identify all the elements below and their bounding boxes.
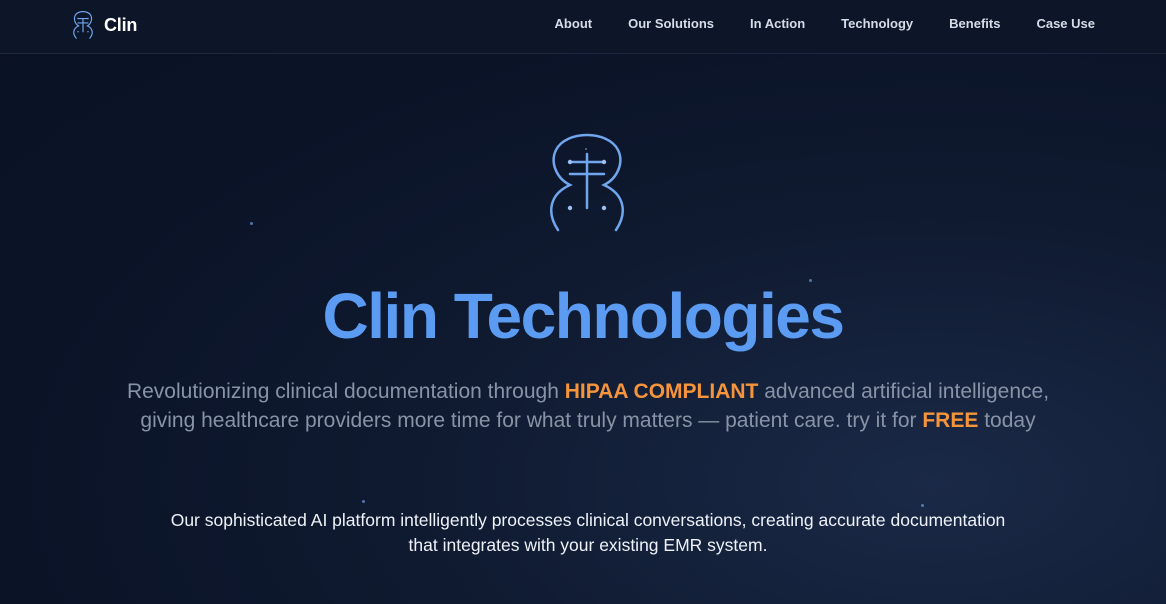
free-highlight: FREE (922, 408, 979, 432)
brand-link[interactable]: Clin (70, 9, 137, 41)
nav-link-our-solutions[interactable]: Our Solutions (628, 16, 714, 31)
clin-logo-icon (550, 133, 624, 232)
main-nav: About Our Solutions In Action Technology… (555, 0, 1095, 47)
nav-link-about[interactable]: About (555, 16, 593, 31)
nav-link-case-use[interactable]: Case Use (1036, 16, 1095, 31)
decorative-star (362, 500, 365, 503)
hipaa-highlight: HIPAA COMPLIANT (564, 380, 759, 403)
nav-link-in-action[interactable]: In Action (750, 16, 805, 31)
nav-link-benefits[interactable]: Benefits (949, 16, 1000, 31)
hero-subtitle-text: Revolutionizing clinical documentation t… (126, 380, 565, 403)
hero-subtitle: Revolutionizing clinical documentation t… (120, 378, 1056, 435)
decorative-star (250, 222, 253, 225)
top-navbar: Clin About Our Solutions In Action Techn… (0, 0, 1166, 54)
nav-link-technology[interactable]: Technology (841, 16, 913, 31)
hero-title: Clin Technologies (322, 280, 845, 352)
hero-description: Our sophisticated AI platform intelligen… (170, 510, 1006, 555)
clin-logo-icon (73, 11, 93, 39)
hero-subtitle-text: today (978, 408, 1036, 432)
decorative-star (921, 504, 924, 507)
brand-name: Clin (104, 14, 138, 35)
